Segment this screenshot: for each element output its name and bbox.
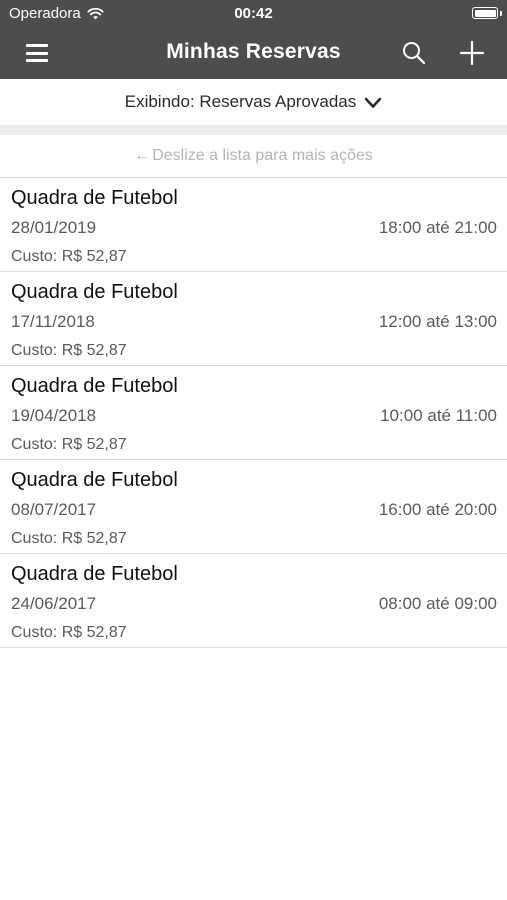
reservation-title: Quadra de Futebol xyxy=(11,281,178,303)
left-arrow-icon: ← xyxy=(134,147,151,164)
reservation-date: 28/01/2019 xyxy=(11,218,97,237)
nav-bar: Minhas Reservas xyxy=(0,28,507,79)
filter-label: Exibindo: Reservas Aprovadas xyxy=(124,92,357,111)
chevron-down-icon xyxy=(364,97,382,108)
reservation-item[interactable]: Quadra de Futebol 19/04/2018 10:00 até 1… xyxy=(0,366,507,460)
reservation-time: 10:00 até 11:00 xyxy=(380,406,497,425)
status-bar: Operadora 00:42 xyxy=(0,0,507,28)
plus-icon[interactable] xyxy=(459,40,485,66)
app-header: Operadora 00:42 Minhas Reservas xyxy=(0,0,507,79)
reservation-time: 18:00 até 21:00 xyxy=(378,218,497,237)
reservation-time: 12:00 até 13:00 xyxy=(378,312,497,331)
reservation-title: Quadra de Futebol xyxy=(11,375,178,397)
search-icon[interactable] xyxy=(401,40,427,66)
reservation-list: Quadra de Futebol 28/01/2019 18:00 até 2… xyxy=(0,178,507,648)
reservation-cost: Custo: R$ 52,87 xyxy=(11,530,127,547)
reservation-title: Quadra de Futebol xyxy=(11,469,178,491)
page-title: Minhas Reservas xyxy=(166,40,341,63)
reservation-cost: Custo: R$ 52,87 xyxy=(11,248,127,265)
reservation-cost: Custo: R$ 52,87 xyxy=(11,342,127,359)
reservation-title: Quadra de Futebol xyxy=(11,563,178,585)
swipe-hint-text: Deslize a lista para mais ações xyxy=(152,147,373,164)
reservation-date: 19/04/2018 xyxy=(11,406,97,425)
reservation-time: 16:00 até 20:00 xyxy=(378,500,497,519)
reservation-cost: Custo: R$ 52,87 xyxy=(11,436,127,453)
reservation-item[interactable]: Quadra de Futebol 08/07/2017 16:00 até 2… xyxy=(0,460,507,554)
reservation-item[interactable]: Quadra de Futebol 17/11/2018 12:00 até 1… xyxy=(0,272,507,366)
reservation-cost: Custo: R$ 52,87 xyxy=(11,624,127,641)
reservation-date: 08/07/2017 xyxy=(11,500,97,519)
reservation-item[interactable]: Quadra de Futebol 24/06/2017 08:00 até 0… xyxy=(0,554,507,648)
status-time: 00:42 xyxy=(234,5,273,22)
reservation-time: 08:00 até 09:00 xyxy=(378,594,497,613)
filter-selector[interactable]: Exibindo: Reservas Aprovadas xyxy=(0,79,507,125)
reservation-date: 24/06/2017 xyxy=(11,594,97,613)
swipe-hint: ← Deslize a lista para mais ações xyxy=(0,135,507,178)
battery-cap xyxy=(500,11,502,16)
reservation-item[interactable]: Quadra de Futebol 28/01/2019 18:00 até 2… xyxy=(0,178,507,272)
reservation-title: Quadra de Futebol xyxy=(11,187,178,209)
section-separator xyxy=(0,125,507,135)
reservation-date: 17/11/2018 xyxy=(11,312,95,331)
battery-icon xyxy=(472,7,498,19)
